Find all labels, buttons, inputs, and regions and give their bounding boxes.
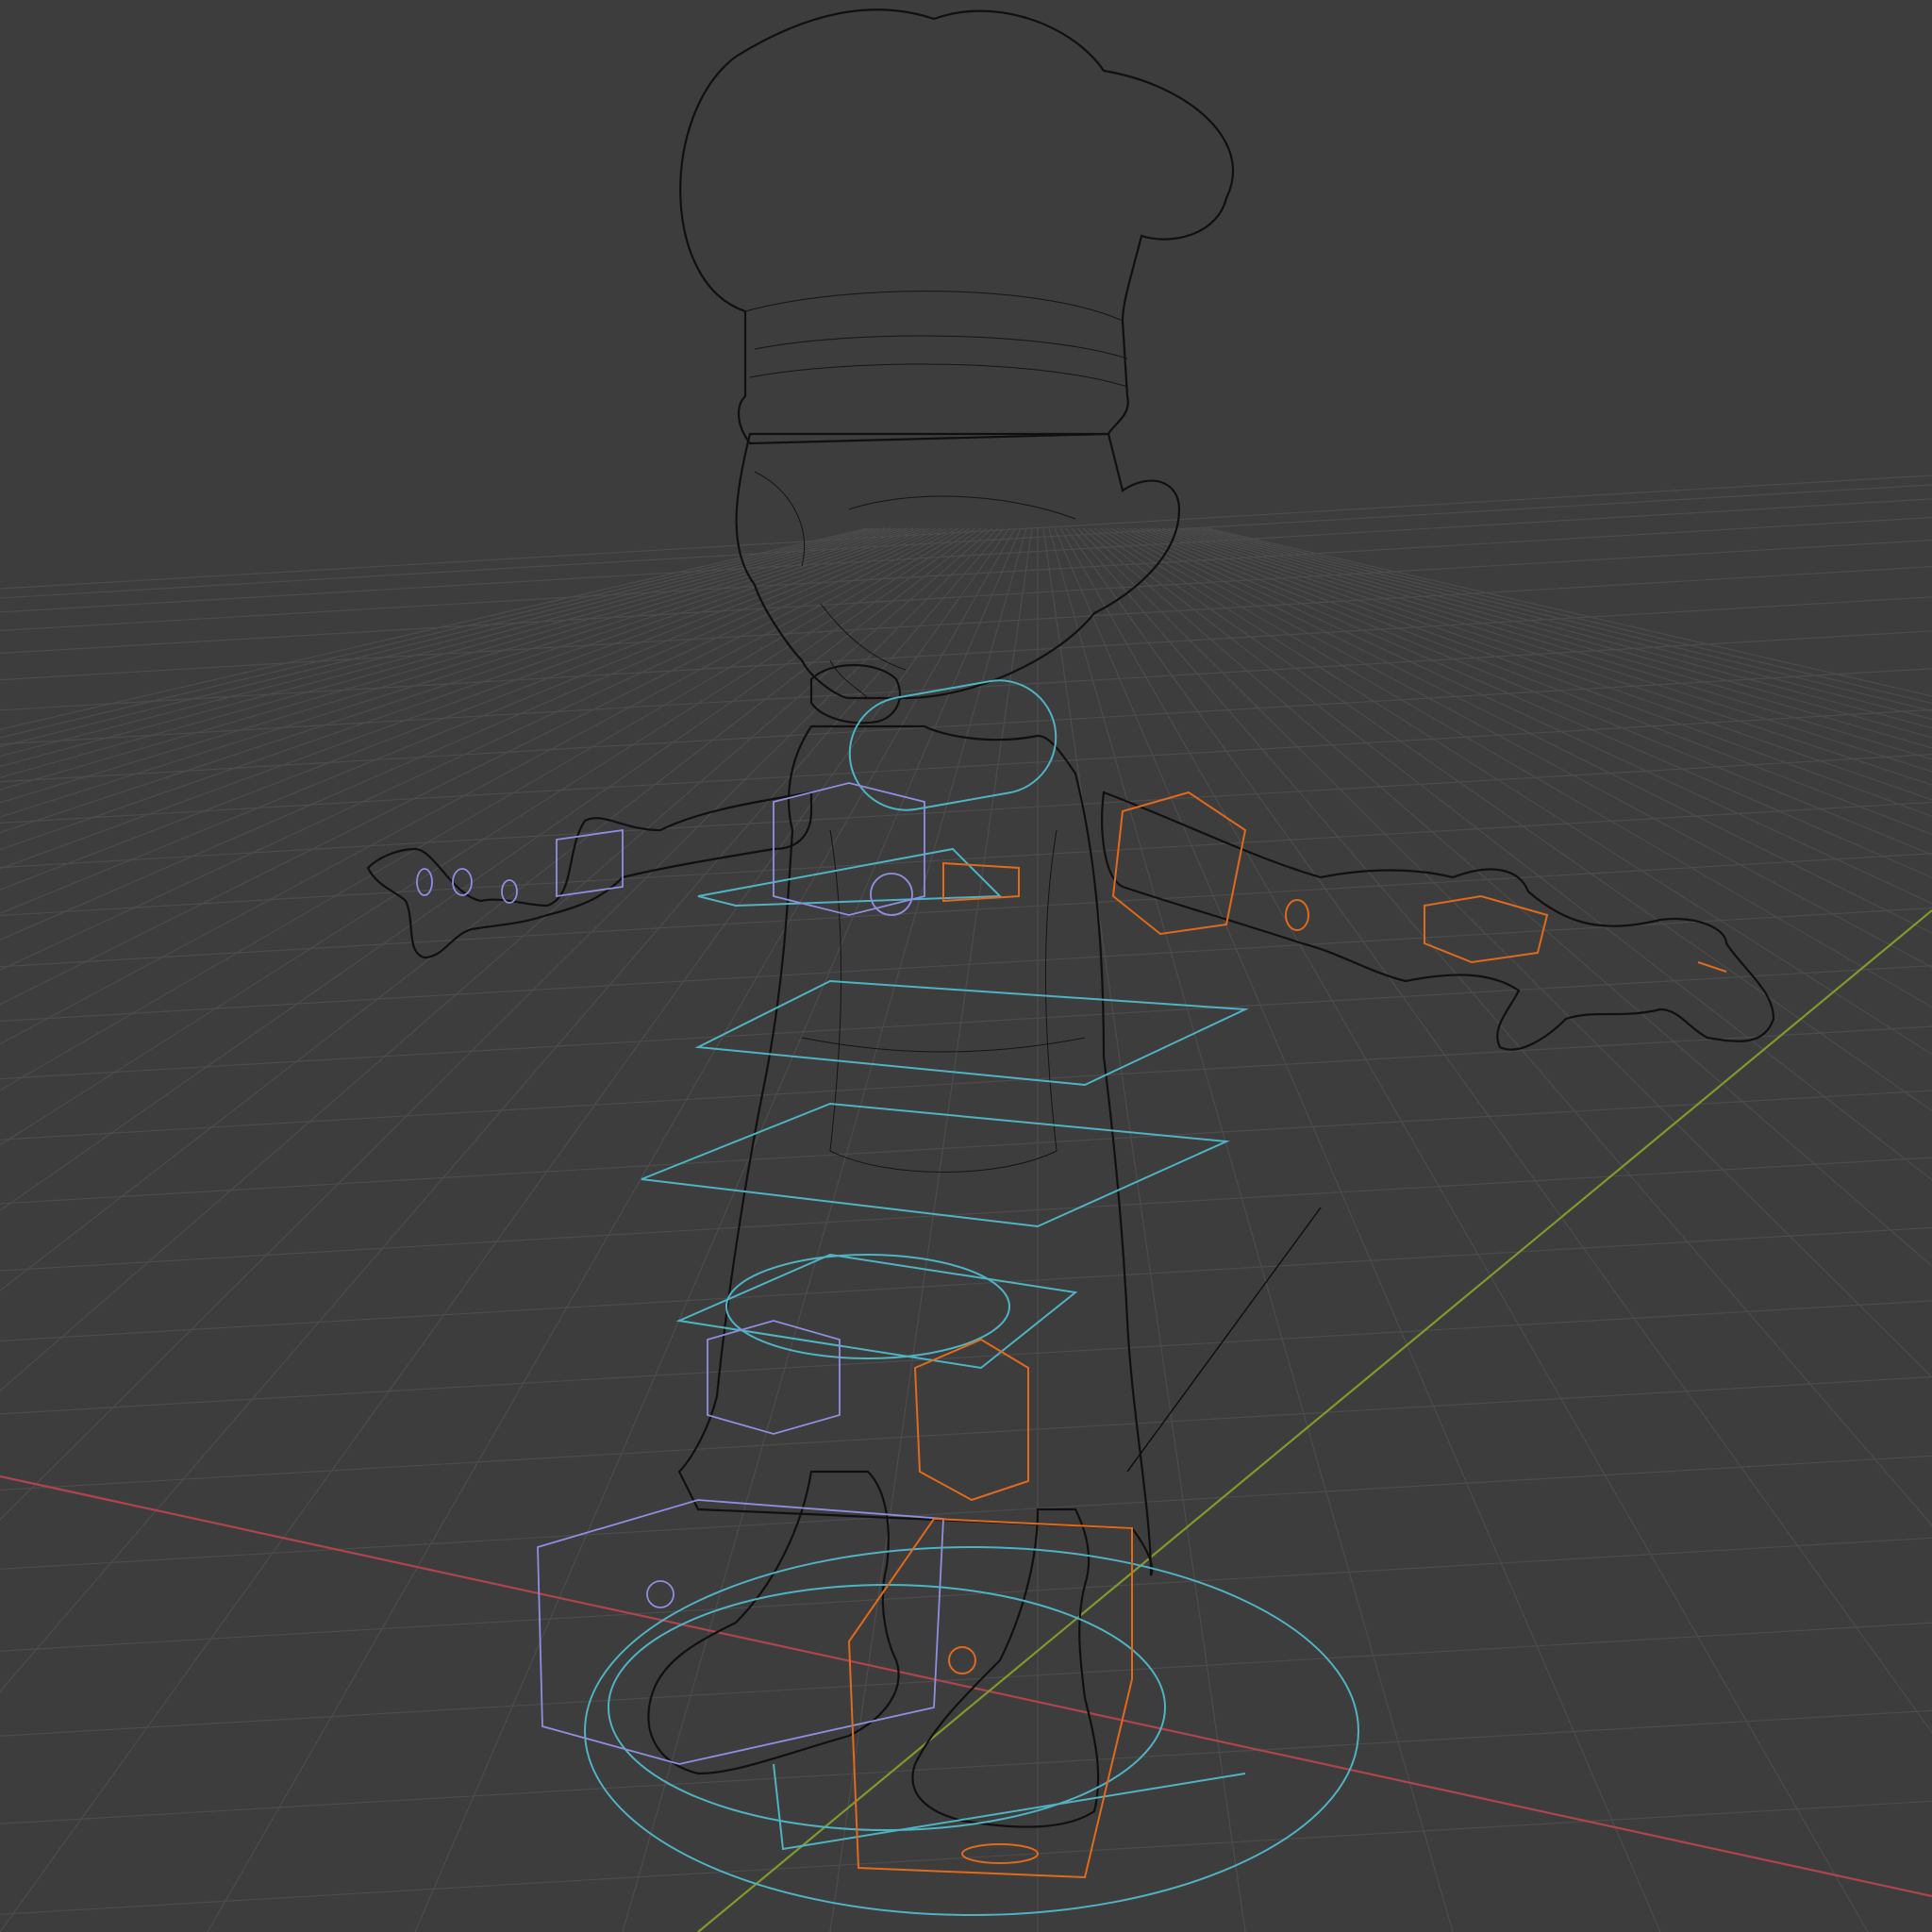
left-leg-mesh[interactable] (911, 1507, 1100, 1828)
grid-line (0, 1090, 1932, 1205)
grid-line (0, 853, 1932, 968)
grid-line (0, 527, 965, 1045)
grid-line (1184, 527, 1932, 729)
grid-line (0, 484, 1932, 599)
grid-line (1144, 527, 1932, 817)
chest-control[interactable] (697, 847, 1003, 908)
pelvis-control[interactable] (725, 1254, 1010, 1359)
grid-line (0, 1226, 1932, 1341)
grid-line (0, 527, 880, 748)
grid-line (0, 1157, 1932, 1272)
left-shoulder-fk-control[interactable] (1111, 791, 1247, 936)
grid-line (0, 527, 982, 1211)
hat-band-lines (744, 291, 1128, 388)
right-finger-control[interactable] (501, 879, 518, 904)
grid-line (1173, 527, 1932, 749)
grid-line (0, 527, 891, 768)
chef-hat-mesh[interactable] (679, 8, 1234, 445)
grid-line (0, 527, 897, 778)
grid-line (0, 527, 908, 804)
grid-line (1065, 527, 1932, 1734)
grid-line (1190, 527, 1932, 721)
head-mesh[interactable] (735, 432, 1181, 700)
grid-line (1122, 527, 1932, 905)
grid-line (0, 907, 1932, 1023)
grid-line (1178, 527, 1932, 739)
grid-line (0, 527, 988, 1291)
grid-line (1195, 527, 1932, 712)
left-wrist-control[interactable] (1424, 894, 1549, 964)
grid-line (207, 527, 1016, 1932)
grid-line (0, 527, 914, 818)
camera-line (1126, 1207, 1322, 1473)
grid-line (1042, 527, 1246, 1932)
grid-line (0, 527, 1010, 1932)
grid-line (1071, 527, 1932, 1526)
grid-line (0, 754, 1932, 869)
grid-line (1167, 527, 1932, 760)
chef-character-mesh[interactable] (366, 8, 1775, 1828)
grid-line (0, 527, 886, 758)
grid-line (0, 539, 1932, 655)
grid-line (0, 1537, 1932, 1652)
grid-line (0, 965, 1932, 1080)
right-hand-control[interactable] (416, 868, 433, 896)
grid-line (0, 527, 993, 1392)
right-arm-mesh[interactable] (366, 791, 813, 959)
grid-line (1139, 527, 1932, 836)
y-axis-line (697, 909, 1932, 1932)
right-foot-ik-control[interactable] (537, 1499, 944, 1765)
grid-line (414, 527, 1022, 1932)
grid-line (1116, 527, 1932, 934)
grid-line (1105, 527, 1932, 1008)
left-foot-pivot-control[interactable] (948, 1646, 976, 1674)
3d-viewport[interactable] (0, 0, 1932, 1932)
grid-line (0, 527, 903, 791)
grid-line (0, 1300, 1932, 1415)
left-finger-control[interactable] (1697, 961, 1727, 973)
grid-line (0, 801, 1932, 917)
grid-line (1110, 527, 1932, 969)
grid-line (0, 527, 976, 1146)
grid-line (0, 1709, 1932, 1824)
grid-line (0, 1622, 1932, 1737)
right-foot-pivot-control[interactable] (646, 1580, 675, 1608)
grid-line (0, 498, 1932, 613)
right-knee-control[interactable] (707, 1320, 841, 1435)
grid-line (0, 1025, 1932, 1141)
grid-line (1093, 527, 1932, 1112)
left-knee-control[interactable] (913, 1338, 1029, 1502)
grid-line (1201, 527, 1932, 705)
grid-line (1127, 527, 1932, 878)
grid-line (1082, 527, 1932, 1268)
viewport-canvas[interactable] (0, 0, 1932, 1932)
right-clavicle-control[interactable] (870, 873, 913, 916)
hip-control[interactable] (675, 1253, 1078, 1370)
grid-line (0, 566, 1932, 681)
left-elbow-control[interactable] (1285, 899, 1309, 931)
grid-line (1048, 527, 1454, 1932)
grid-line (0, 527, 959, 1006)
grid-line (1099, 527, 1932, 1056)
grid-line (0, 527, 954, 971)
floor-grid (0, 475, 1932, 1932)
